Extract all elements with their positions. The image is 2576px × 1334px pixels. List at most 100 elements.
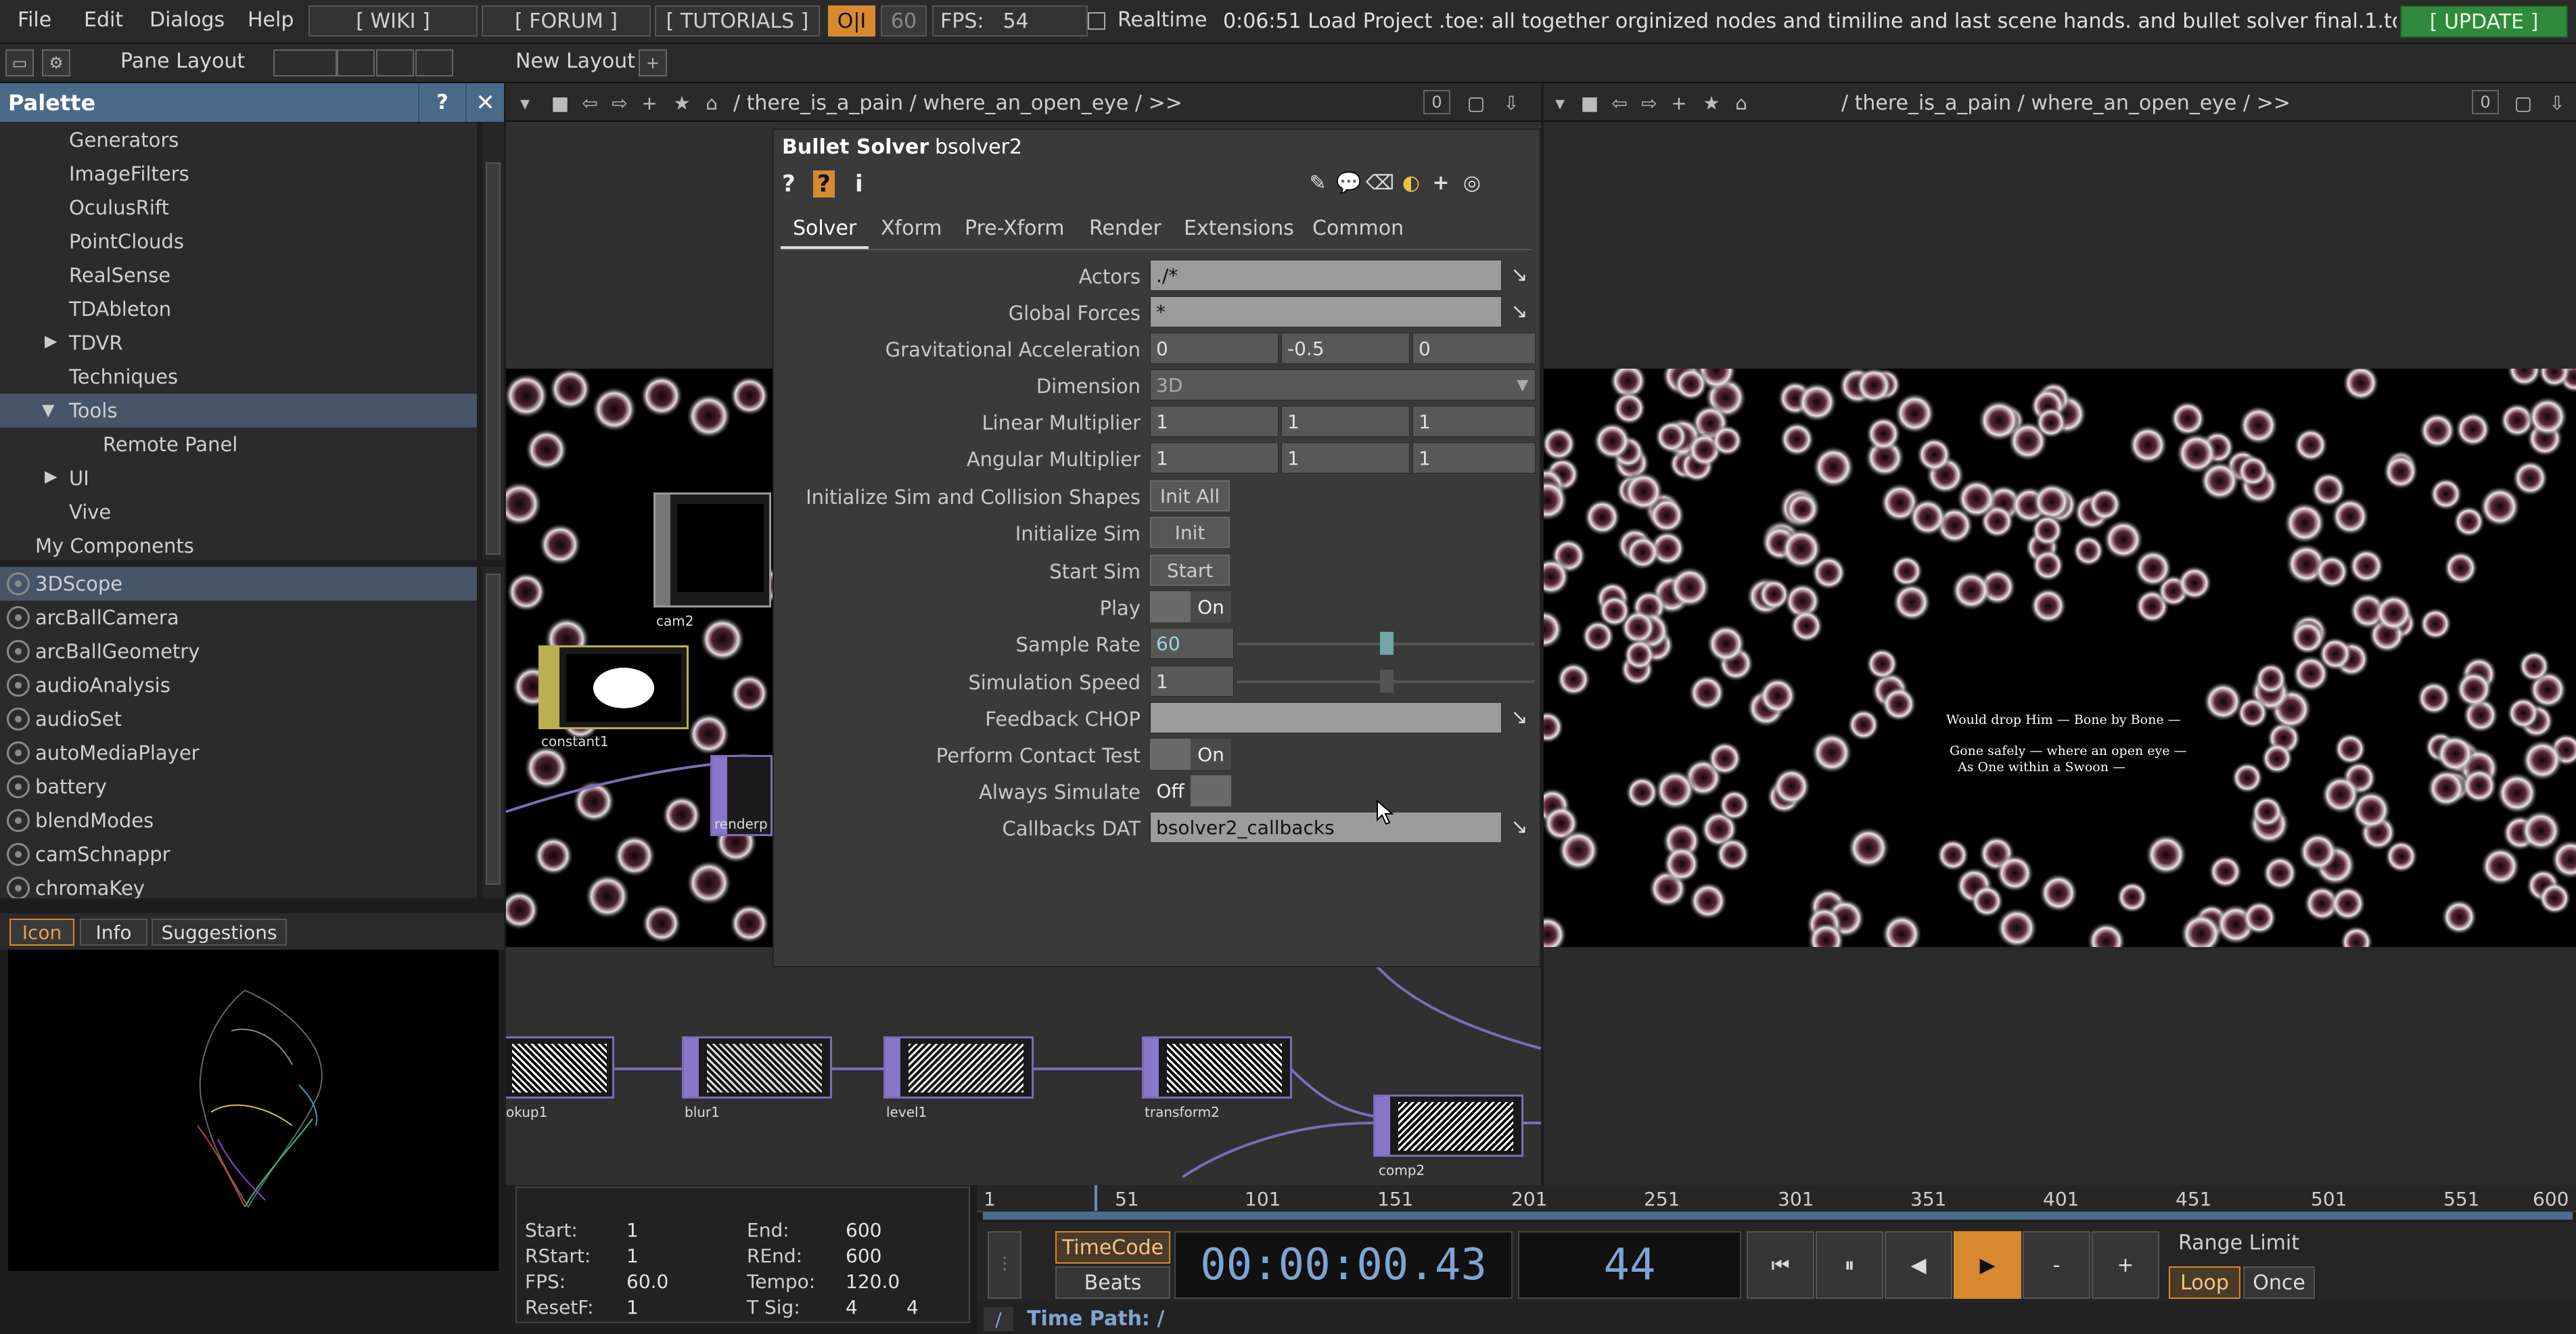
tree-item-remote-panel[interactable]: Remote Panel bbox=[0, 428, 477, 461]
slider-handle[interactable] bbox=[1380, 670, 1394, 693]
always-simulate-toggle[interactable]: Off bbox=[1150, 775, 1231, 806]
tab-solver[interactable]: Solver bbox=[793, 216, 856, 240]
grav-z-field[interactable]: 0 bbox=[1412, 333, 1536, 364]
forum-button[interactable]: [ FORUM ] bbox=[482, 5, 651, 37]
slider-handle[interactable] bbox=[1380, 632, 1394, 655]
new-layout-button[interactable]: + bbox=[639, 49, 667, 76]
angular-x-field[interactable]: 1 bbox=[1150, 442, 1279, 474]
feedback-chop-field[interactable] bbox=[1150, 702, 1502, 733]
tab-pre-xform[interactable]: Pre-Xform bbox=[965, 216, 1065, 240]
forward-icon[interactable]: ⇨ bbox=[606, 90, 633, 116]
list-item[interactable]: autoMediaPlayer bbox=[0, 736, 477, 770]
menu-file[interactable]: File bbox=[18, 8, 51, 32]
tree-item-ui[interactable]: UI bbox=[0, 461, 477, 495]
add-icon[interactable]: + bbox=[636, 90, 663, 116]
download-icon[interactable]: ⇩ bbox=[1498, 90, 1525, 116]
operator-help-icon[interactable]: ? bbox=[813, 170, 835, 198]
viewer-pane[interactable]: Would drop Him — Bone by Bone — Gone saf… bbox=[1544, 122, 2576, 1185]
step-back-button[interactable]: - bbox=[2023, 1231, 2090, 1299]
pane-view-icon[interactable]: ▭ bbox=[5, 49, 34, 76]
timeline-ruler[interactable]: 1 51 101 151 201 251 301 351 401 451 501… bbox=[977, 1185, 2576, 1212]
menu-help[interactable]: Help bbox=[248, 8, 294, 32]
callbacks-field[interactable]: bsolver2_callbacks bbox=[1150, 812, 1502, 843]
menu-dialogs[interactable]: Dialogs bbox=[150, 8, 225, 32]
tsig-numerator[interactable]: 4 bbox=[846, 1296, 858, 1318]
pane-number[interactable]: 0 bbox=[2472, 90, 2499, 114]
tab-xform[interactable]: Xform bbox=[881, 216, 942, 240]
oi-button[interactable]: O|I bbox=[828, 5, 875, 37]
layout-split-v-icon[interactable] bbox=[299, 49, 337, 76]
tree-item-tdableton[interactable]: TDAbleton bbox=[0, 292, 477, 326]
contact-test-toggle[interactable]: On bbox=[1150, 739, 1231, 770]
list-item[interactable]: audioSet bbox=[0, 702, 477, 736]
realtime-checkbox[interactable] bbox=[1088, 12, 1105, 30]
tree-item-techniques[interactable]: Techniques bbox=[0, 360, 477, 394]
tab-common[interactable]: Common bbox=[1312, 216, 1404, 240]
tree-item-oculusrift[interactable]: OculusRift bbox=[0, 191, 477, 225]
grav-x-field[interactable]: 0 bbox=[1150, 333, 1279, 364]
layout-four-icon[interactable] bbox=[415, 49, 453, 76]
wiki-button[interactable]: [ WIKI ] bbox=[308, 5, 478, 37]
layout-three-icon[interactable] bbox=[376, 49, 414, 76]
playhead[interactable] bbox=[1095, 1185, 1097, 1212]
tempo-value[interactable]: 120.0 bbox=[846, 1270, 900, 1293]
pencil-icon[interactable]: ✎ bbox=[1304, 169, 1331, 196]
linear-z-field[interactable]: 1 bbox=[1412, 406, 1536, 437]
play-forward-button[interactable]: ▶ bbox=[1954, 1231, 2021, 1299]
add-icon[interactable]: + bbox=[1665, 90, 1693, 116]
rend-value[interactable]: 600 bbox=[846, 1245, 881, 1267]
step-forward-button[interactable]: + bbox=[2092, 1231, 2159, 1299]
sample-rate-field[interactable]: 60 bbox=[1150, 628, 1234, 659]
operator-level1[interactable] bbox=[883, 1036, 1034, 1099]
palette-tree-scrollbar[interactable] bbox=[482, 122, 504, 560]
scrollbar-thumb[interactable] bbox=[486, 162, 501, 555]
eraser-icon[interactable]: ⌫ bbox=[1366, 169, 1394, 196]
forward-icon[interactable]: ⇨ bbox=[1636, 90, 1663, 116]
palette-help-button[interactable]: ? bbox=[418, 83, 465, 122]
tree-item-vive[interactable]: Vive bbox=[0, 495, 477, 529]
timecode-button[interactable]: TimeCode bbox=[1055, 1231, 1170, 1264]
update-button[interactable]: [ UPDATE ] bbox=[2400, 5, 2568, 38]
tab-render[interactable]: Render bbox=[1089, 216, 1162, 240]
maximize-icon[interactable]: ▢ bbox=[1463, 90, 1490, 116]
time-range-bar[interactable] bbox=[982, 1211, 2573, 1220]
maximize-icon[interactable]: ▢ bbox=[2510, 90, 2537, 116]
home-icon[interactable]: ⌂ bbox=[698, 90, 725, 116]
tree-item-pointclouds[interactable]: PointClouds bbox=[0, 225, 477, 258]
menu-edit[interactable]: Edit bbox=[84, 8, 123, 32]
rstart-value[interactable]: 1 bbox=[626, 1245, 639, 1267]
list-item[interactable]: chromaKey bbox=[0, 871, 477, 898]
python-icon[interactable]: ◐ bbox=[1398, 169, 1425, 196]
list-item[interactable]: battery bbox=[0, 770, 477, 804]
palette-close-button[interactable]: ✕ bbox=[465, 83, 504, 122]
global-forces-field[interactable]: * bbox=[1150, 296, 1502, 327]
beats-button[interactable]: Beats bbox=[1055, 1266, 1170, 1299]
link-arrow-icon[interactable]: ↘ bbox=[1506, 704, 1533, 731]
back-icon[interactable]: ⇦ bbox=[1606, 90, 1633, 116]
tab-extensions[interactable]: Extensions bbox=[1184, 216, 1294, 240]
link-arrow-icon[interactable]: ↘ bbox=[1506, 261, 1533, 288]
tab-icon[interactable]: Icon bbox=[9, 919, 74, 946]
link-arrow-icon[interactable]: ↘ bbox=[1506, 298, 1533, 325]
tutorials-button[interactable]: [ TUTORIALS ] bbox=[655, 5, 820, 37]
tree-item-tools[interactable]: Tools bbox=[0, 394, 477, 428]
network-path[interactable]: / there_is_a_pain / where_an_open_eye / … bbox=[733, 91, 1182, 115]
operator-comp2[interactable] bbox=[1373, 1095, 1523, 1157]
viewer-path[interactable]: / there_is_a_pain / where_an_open_eye / … bbox=[1841, 91, 2291, 115]
star-icon[interactable]: ★ bbox=[668, 90, 695, 116]
list-item[interactable]: audioAnalysis bbox=[0, 668, 477, 702]
angular-y-field[interactable]: 1 bbox=[1281, 442, 1410, 474]
target-icon[interactable]: ◎ bbox=[1458, 169, 1486, 196]
list-item[interactable]: 3DScope bbox=[0, 567, 477, 601]
tab-info[interactable]: Info bbox=[80, 919, 147, 946]
download-icon[interactable]: ⇩ bbox=[2544, 90, 2571, 116]
list-item[interactable]: camSchnappr bbox=[0, 837, 477, 871]
pane-number[interactable]: 0 bbox=[1423, 90, 1450, 114]
timeline-handle-icon[interactable]: ⫶ bbox=[988, 1231, 1021, 1299]
grav-y-field[interactable]: -0.5 bbox=[1281, 333, 1410, 364]
play-reverse-button[interactable]: ◀ bbox=[1885, 1231, 1952, 1299]
end-value[interactable]: 600 bbox=[846, 1219, 881, 1241]
linear-x-field[interactable]: 1 bbox=[1150, 406, 1279, 437]
add-icon[interactable]: + bbox=[1427, 169, 1454, 196]
dimension-dropdown[interactable]: 3D ▼ bbox=[1150, 369, 1536, 400]
